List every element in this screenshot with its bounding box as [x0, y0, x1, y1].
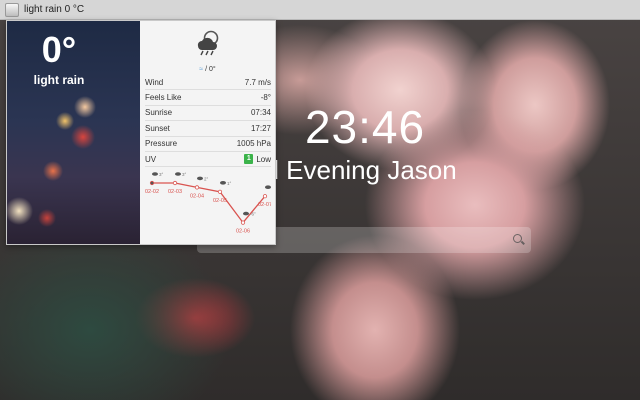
window-titlebar[interactable]: light rain 0 °C [0, 0, 640, 20]
greeting-text: od Evening Jason [250, 155, 457, 185]
detail-row-wind: Wind 7.7 m/s [145, 75, 271, 91]
forecast-rain-icon [175, 172, 181, 176]
weather-popup: 0° light rain ≈/ 0° Wind 7.7 m/s Feels L… [6, 20, 276, 245]
detail-value: -8° [260, 93, 271, 103]
rain-cloud-icon [197, 30, 219, 56]
forecast-date-label: 02-03 [168, 189, 182, 195]
forecast-chart: 3°02-023°02-032°02-041°02-05-6°02-060°02… [145, 172, 271, 235]
search-icon[interactable] [513, 234, 522, 243]
forecast-point [194, 185, 200, 190]
forecast-date-label: 02-07 [258, 202, 271, 208]
forecast-temp-label: 3° [159, 172, 164, 177]
detail-row-sunrise: Sunrise 07:34 [145, 106, 271, 122]
detail-label: Sunset [145, 123, 170, 133]
detail-label: Wind [145, 77, 164, 87]
current-temperature: 0° [41, 29, 77, 70]
detail-label: Feels Like [145, 93, 182, 103]
weather-photo: 0° light rain [7, 21, 140, 244]
forecast-rain-icon [197, 176, 203, 181]
detail-label: Pressure [145, 139, 178, 149]
forecast-date-label: 02-02 [145, 189, 159, 195]
app-icon [5, 2, 19, 17]
detail-label: UV [145, 154, 157, 164]
detail-label: Sunrise [145, 108, 173, 118]
forecast-temp-label: 1° [227, 181, 232, 186]
detail-row-feels-like: Feels Like -8° [145, 90, 271, 106]
detail-row-sunset: Sunset 17:27 [145, 121, 271, 137]
detail-row-pressure: Pressure 1005 hPa [145, 137, 271, 152]
forecast-temp-label: -6° [250, 212, 256, 217]
forecast-date-label: 02-06 [236, 229, 250, 235]
weather-details-list: Wind 7.7 m/s Feels Like -8° Sunrise 07:3… [145, 75, 271, 168]
forecast-point [262, 194, 268, 199]
forecast-rain-icon [243, 211, 249, 216]
forecast-rain-icon [265, 185, 271, 189]
detail-value: 7.7 m/s [244, 77, 271, 87]
forecast-rain-icon [220, 181, 226, 185]
detail-value: 17:27 [250, 123, 271, 133]
uv-text: Low [256, 154, 271, 164]
forecast-point [172, 180, 178, 186]
forecast-temp-label: 3° [182, 172, 187, 177]
forecast-date-label: 02-05 [213, 198, 227, 204]
forecast-date-label: 02-04 [190, 193, 204, 199]
current-condition: light rain [33, 73, 85, 87]
forecast-point [217, 189, 223, 194]
weather-details-panel: ≈/ 0° Wind 7.7 m/s Feels Like -8° Sunris… [140, 21, 275, 244]
detail-value: 07:34 [250, 108, 271, 118]
forecast-point [149, 180, 155, 186]
summary-text: / 0° [205, 66, 216, 73]
forecast-point [240, 220, 246, 225]
uv-index-badge: 1 [244, 154, 254, 165]
clock-time: 23:46 [304, 101, 426, 153]
detail-value: 1005 hPa [236, 139, 271, 149]
uv-value: 1 Low [244, 154, 271, 165]
weather-summary-line: ≈/ 0° [140, 66, 275, 73]
forecast-temp-label: 2° [204, 176, 209, 181]
wind-icon: ≈ [199, 66, 204, 73]
window-title: light rain 0 °C [24, 4, 85, 15]
forecast-rain-icon [152, 172, 158, 176]
